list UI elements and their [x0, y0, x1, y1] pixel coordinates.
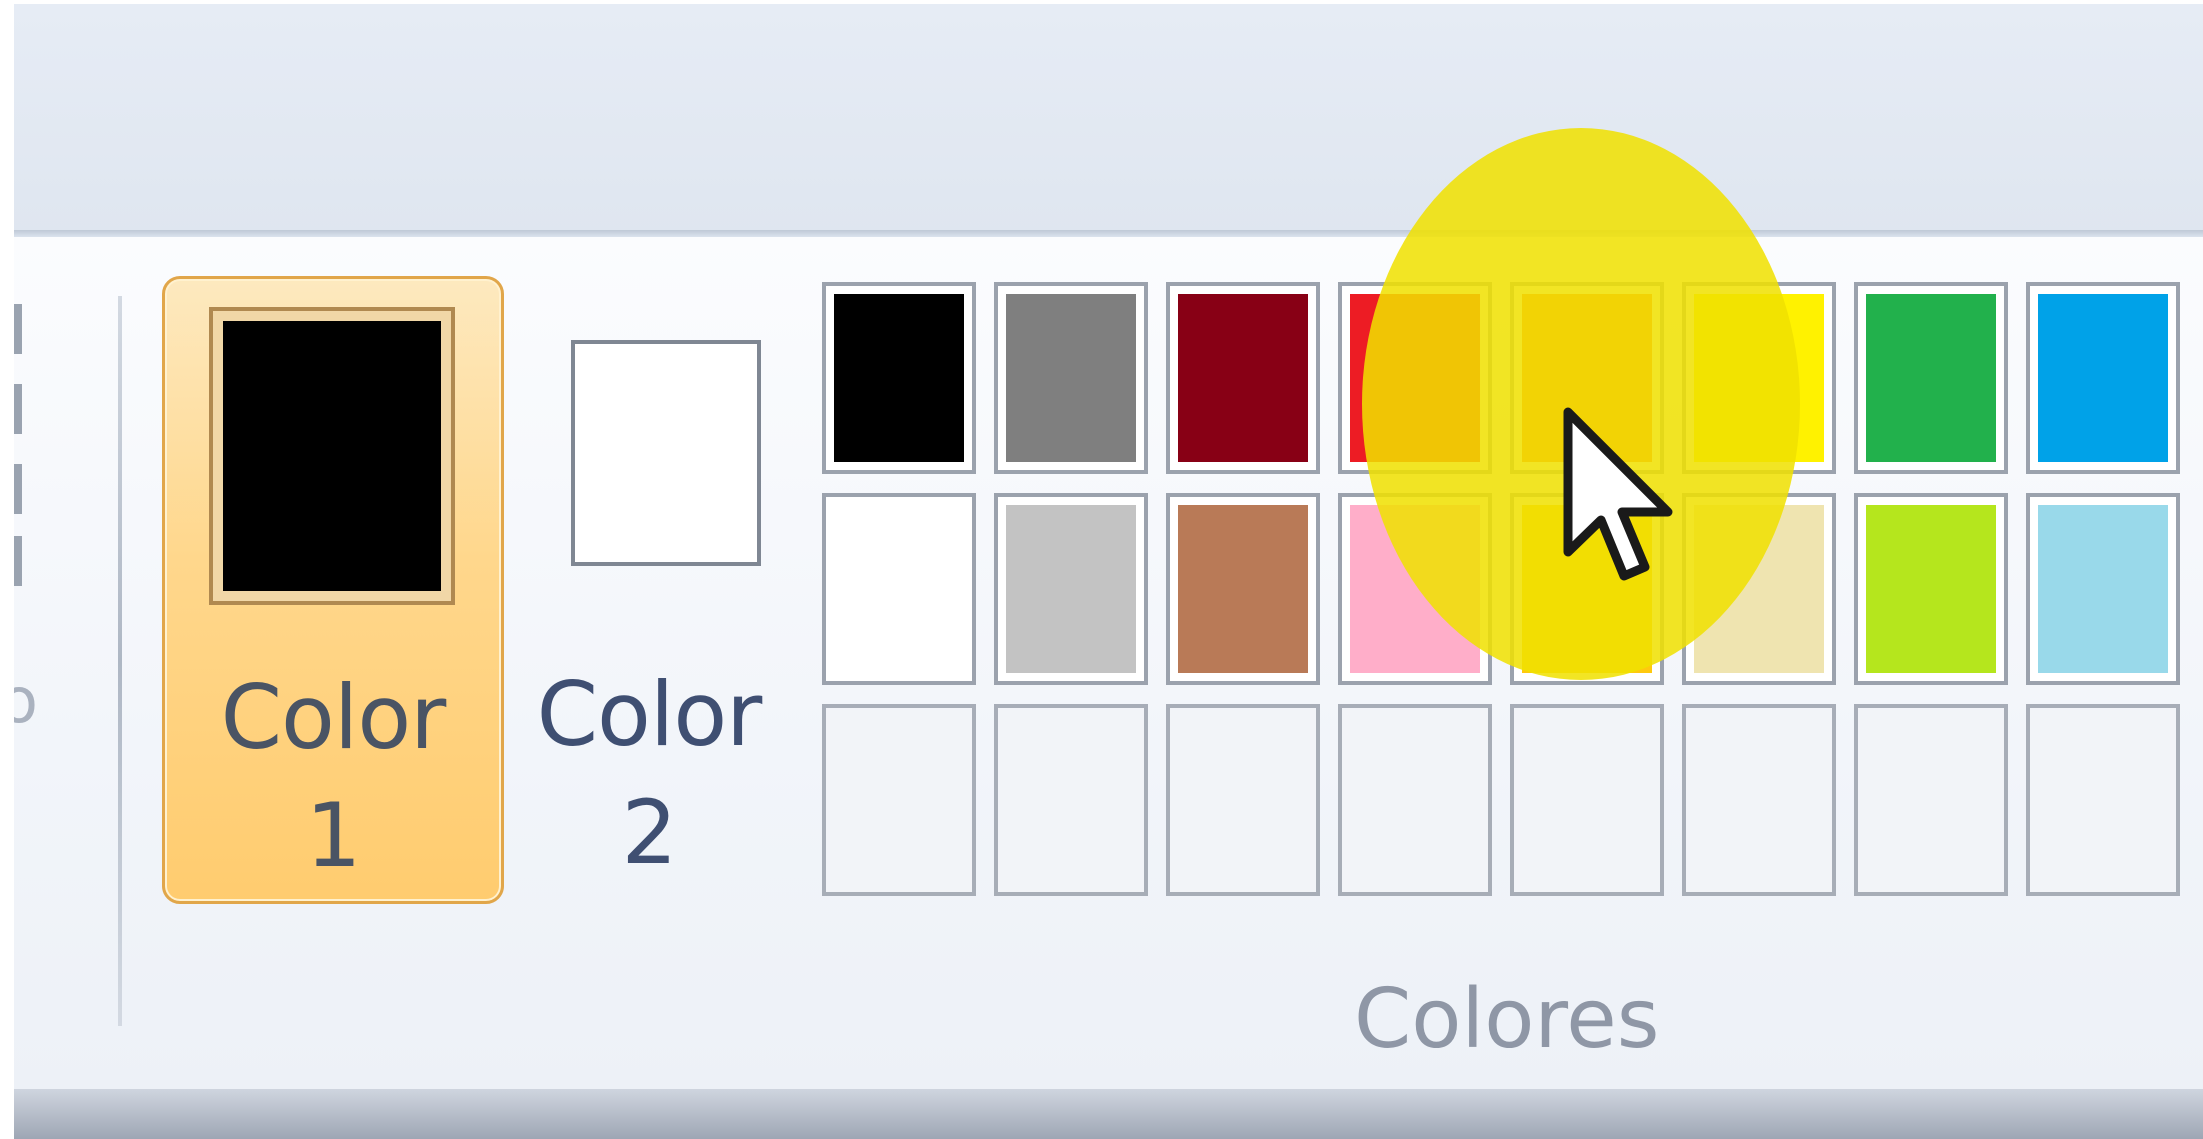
color2-label-line1: Color [536, 663, 763, 766]
palette-swatch[interactable] [822, 493, 976, 685]
color1-label: Color 1 [165, 659, 501, 895]
color2-swatch [571, 340, 761, 566]
paint-window: o Color 1 Color 2 Colores [14, 4, 2203, 1139]
color1-swatch [209, 307, 455, 605]
color2-swatch-fill [575, 344, 757, 562]
palette-swatch[interactable] [1166, 282, 1320, 474]
colors-group-label: Colores [1354, 972, 1660, 1067]
palette-swatch-fill [834, 294, 964, 462]
palette-swatch-fill [1350, 505, 1480, 673]
palette-custom-slot[interactable] [1166, 704, 1320, 896]
palette-custom-slot[interactable] [2026, 704, 2180, 896]
palette-swatch[interactable] [994, 282, 1148, 474]
palette-swatch-fill [1178, 294, 1308, 462]
palette-swatch[interactable] [1510, 282, 1664, 474]
palette-swatch[interactable] [1854, 282, 2008, 474]
ribbon-top-border [14, 230, 2203, 237]
palette-swatch-fill [1866, 505, 1996, 673]
color-palette [822, 282, 2198, 915]
palette-swatch-fill [1694, 294, 1824, 462]
color1-button[interactable]: Color 1 [162, 276, 504, 904]
color1-swatch-fill [223, 321, 441, 591]
palette-swatch[interactable] [1166, 493, 1320, 685]
palette-swatch-fill [1522, 505, 1652, 673]
palette-custom-slot[interactable] [1338, 704, 1492, 896]
palette-custom-slot[interactable] [1854, 704, 2008, 896]
palette-swatch-fill [1694, 505, 1824, 673]
ribbon-tab-strip [14, 4, 2203, 236]
palette-custom-slot[interactable] [1682, 704, 1836, 896]
palette-swatch-fill [1006, 294, 1136, 462]
palette-swatch[interactable] [822, 282, 976, 474]
color1-label-line2: 1 [305, 784, 362, 887]
color2-label-line2: 2 [621, 781, 678, 884]
palette-swatch-fill [1006, 505, 1136, 673]
palette-custom-slot[interactable] [822, 704, 976, 896]
color2-label: Color 2 [529, 656, 769, 892]
ribbon-bottom-border [14, 1089, 2203, 1139]
palette-swatch[interactable] [2026, 493, 2180, 685]
color1-label-line1: Color [220, 666, 447, 769]
palette-swatch[interactable] [1682, 282, 1836, 474]
palette-swatch-fill [1866, 294, 1996, 462]
palette-swatch[interactable] [1510, 493, 1664, 685]
group-separator [118, 296, 122, 1026]
palette-swatch-fill [2038, 505, 2168, 673]
color2-button[interactable]: Color 2 [529, 276, 769, 898]
palette-swatch[interactable] [1338, 493, 1492, 685]
palette-swatch[interactable] [1682, 493, 1836, 685]
palette-swatch[interactable] [994, 493, 1148, 685]
palette-swatch[interactable] [2026, 282, 2180, 474]
palette-swatch-fill [1350, 294, 1480, 462]
palette-swatch-fill [1178, 505, 1308, 673]
palette-swatch-fill [834, 505, 964, 673]
palette-swatch-fill [2038, 294, 2168, 462]
palette-custom-slot[interactable] [1510, 704, 1664, 896]
palette-swatch[interactable] [1854, 493, 2008, 685]
previous-group-label: o [14, 664, 38, 737]
palette-swatch-fill [1522, 294, 1652, 462]
palette-swatch[interactable] [1338, 282, 1492, 474]
previous-group-edge [14, 304, 26, 586]
palette-custom-slot[interactable] [994, 704, 1148, 896]
